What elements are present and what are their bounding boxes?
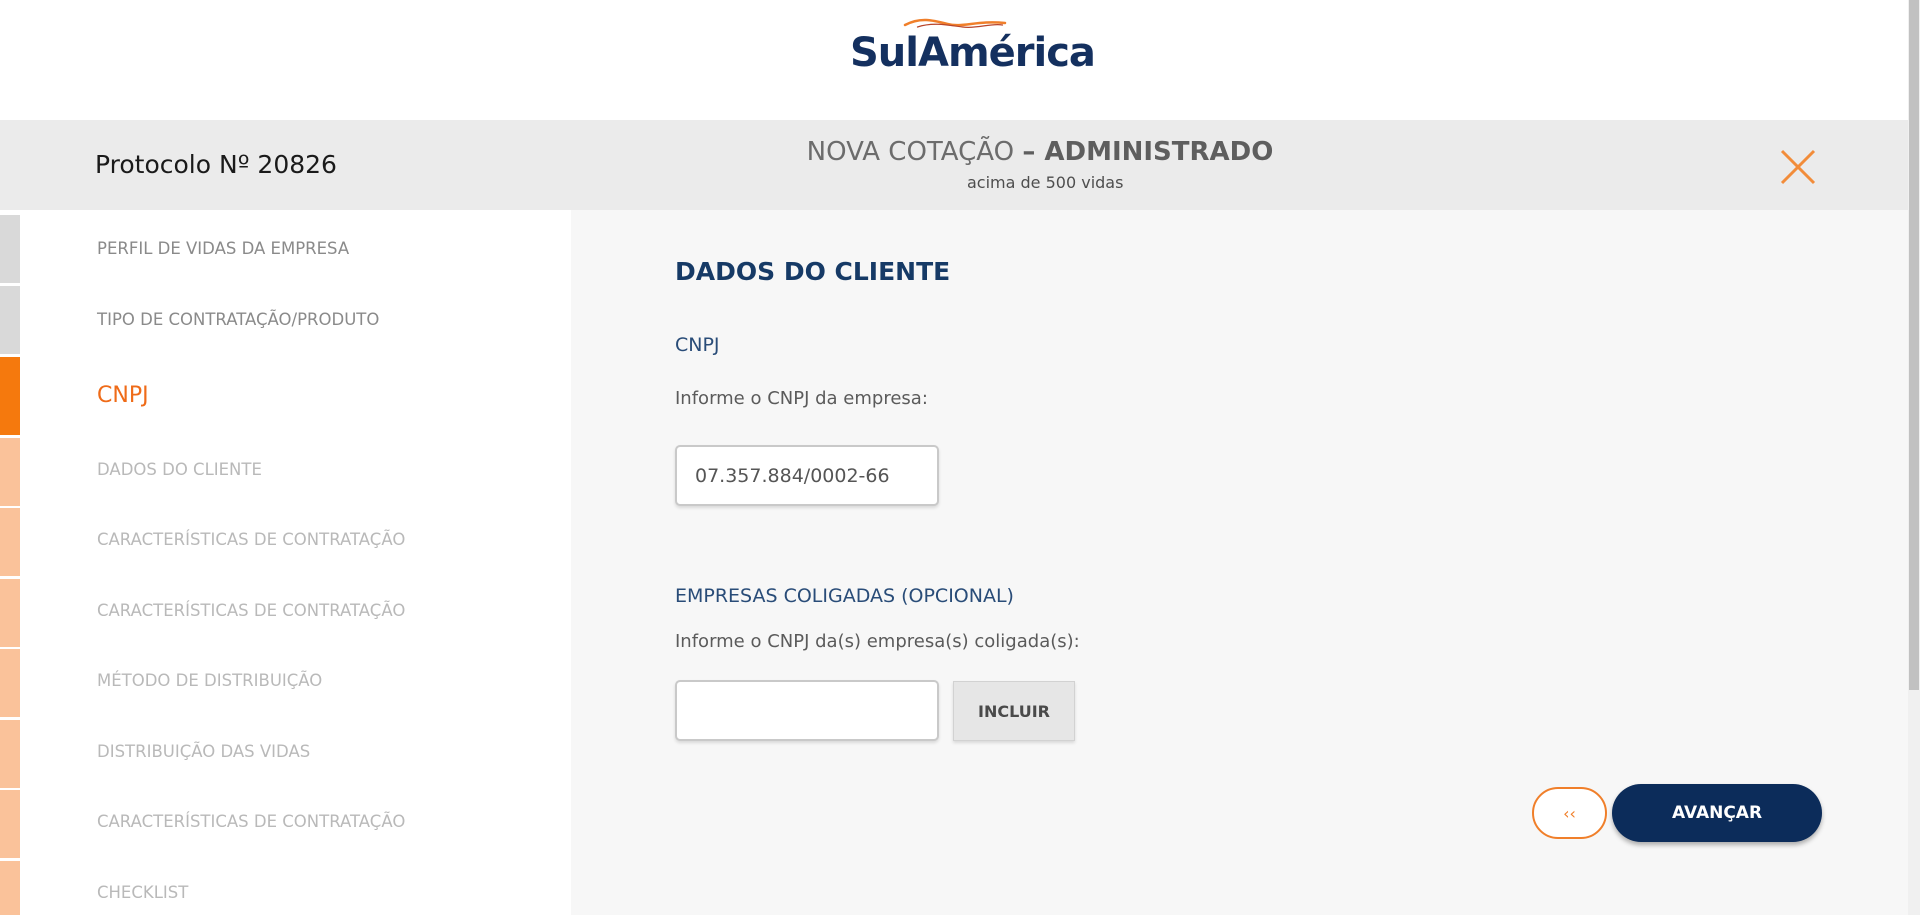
close-icon[interactable]	[1778, 147, 1818, 187]
next-button[interactable]: AVANÇAR	[1612, 784, 1822, 842]
sidebar-item-cnpj[interactable]: CNPJ	[0, 357, 571, 435]
sidebar-item-checklist[interactable]: CHECKLIST	[0, 861, 571, 915]
page-subtitle: acima de 500 vidas	[967, 173, 1124, 192]
sidebar-item-tipo-contratacao[interactable]: TIPO DE CONTRATAÇÃO/PRODUTO	[0, 286, 571, 356]
sidebar-item-label: MÉTODO DE DISTRIBUIÇÃO	[97, 671, 323, 690]
coligadas-cnpj-input[interactable]	[675, 680, 939, 741]
cnpj-input[interactable]	[675, 445, 939, 506]
sidebar-item-metodo-distribuicao[interactable]: MÉTODO DE DISTRIBUIÇÃO	[0, 649, 571, 719]
sidebar-item-label: CARACTERÍSTICAS DE CONTRATAÇÃO	[97, 530, 406, 549]
scrollbar-thumb[interactable]	[1909, 0, 1919, 690]
step-marker	[0, 790, 20, 858]
cnpj-heading: CNPJ	[675, 334, 720, 356]
sidebar-item-dados-cliente[interactable]: DADOS DO CLIENTE	[0, 438, 571, 508]
step-marker	[0, 579, 20, 647]
step-marker	[0, 215, 20, 283]
sidebar-item-caracteristicas-3[interactable]: CARACTERÍSTICAS DE CONTRATAÇÃO	[0, 790, 571, 860]
steps-sidebar: PERFIL DE VIDAS DA EMPRESA TIPO DE CONTR…	[0, 215, 571, 915]
sidebar-item-label: CARACTERÍSTICAS DE CONTRATAÇÃO	[97, 812, 406, 831]
sidebar-item-caracteristicas-2[interactable]: CARACTERÍSTICAS DE CONTRATAÇÃO	[0, 579, 571, 649]
logo[interactable]: SulAmérica	[850, 30, 1096, 76]
step-marker	[0, 649, 20, 717]
sidebar-item-label: CHECKLIST	[97, 883, 189, 902]
step-marker	[0, 508, 20, 576]
sidebar-item-label: CNPJ	[97, 383, 149, 408]
step-marker	[0, 357, 20, 435]
sidebar-item-label: PERFIL DE VIDAS DA EMPRESA	[97, 239, 350, 258]
page-title-type: – ADMINISTRADO	[1022, 137, 1274, 167]
include-button[interactable]: INCLUIR	[953, 681, 1075, 741]
sidebar-item-perfil-vidas[interactable]: PERFIL DE VIDAS DA EMPRESA	[0, 215, 571, 285]
sidebar-item-label: TIPO DE CONTRATAÇÃO/PRODUTO	[97, 310, 380, 329]
step-marker	[0, 720, 20, 788]
step-marker	[0, 861, 20, 915]
sidebar-item-label: DADOS DO CLIENTE	[97, 460, 262, 479]
page-title: NOVA COTAÇÃO – ADMINISTRADO	[0, 137, 1920, 167]
back-button[interactable]: ‹‹	[1532, 787, 1607, 839]
sidebar-item-label: DISTRIBUIÇÃO DAS VIDAS	[97, 742, 311, 761]
sidebar-item-distribuicao-vidas[interactable]: DISTRIBUIÇÃO DAS VIDAS	[0, 720, 571, 790]
sidebar-item-caracteristicas-1[interactable]: CARACTERÍSTICAS DE CONTRATAÇÃO	[0, 508, 571, 578]
page-title-main: NOVA COTAÇÃO	[806, 137, 1023, 167]
step-marker	[0, 438, 20, 506]
coligadas-help-text: Informe o CNPJ da(s) empresa(s) coligada…	[675, 631, 1080, 652]
section-title: DADOS DO CLIENTE	[675, 257, 951, 286]
sidebar-item-label: CARACTERÍSTICAS DE CONTRATAÇÃO	[97, 601, 406, 620]
cnpj-help-text: Informe o CNPJ da empresa:	[675, 388, 928, 409]
step-marker	[0, 286, 20, 354]
coligadas-heading: EMPRESAS COLIGADAS (OPCIONAL)	[675, 585, 1014, 607]
top-header: SulAmérica	[0, 0, 1908, 120]
